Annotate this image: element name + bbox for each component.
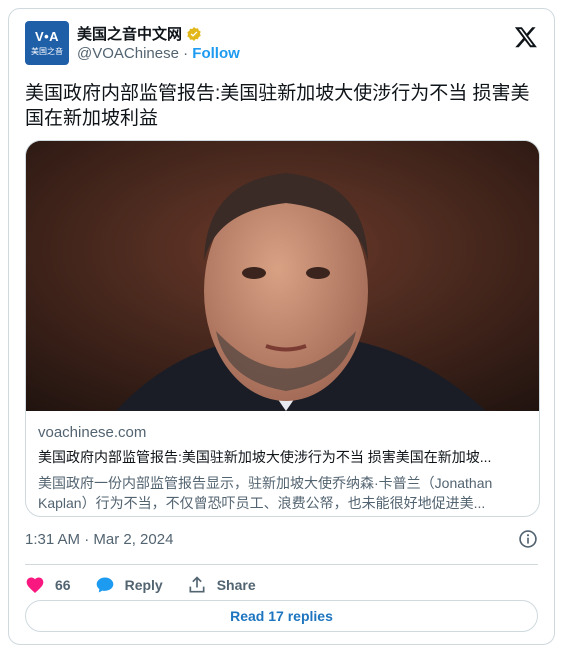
- tweet-card: V•A 美国之音 美国之音中文网 @VOAChinese · Follow 美国…: [8, 8, 555, 645]
- link-domain: voachinese.com: [38, 424, 147, 441]
- like-button[interactable]: 66: [25, 575, 71, 595]
- divider: [25, 564, 538, 565]
- tweet-timestamp[interactable]: 1:31 AM · Mar 2, 2024: [25, 531, 173, 548]
- reply-bubble-icon: [96, 577, 113, 593]
- read-replies-button[interactable]: Read 17 replies: [25, 600, 538, 632]
- link-meta: voachinese.com 美国政府内部监管报告:美国驻新加坡大使涉行为不当 …: [38, 424, 527, 513]
- share-button[interactable]: Share: [187, 575, 256, 595]
- avatar[interactable]: V•A 美国之音: [25, 21, 69, 65]
- separator-dot: ·: [183, 45, 189, 62]
- avatar-logo-subtext: 美国之音: [31, 47, 63, 56]
- tweet-header: V•A 美国之音 美国之音中文网 @VOAChinese · Follow: [25, 21, 538, 65]
- share-icon: [189, 576, 205, 593]
- x-logo-icon[interactable]: [514, 25, 538, 49]
- article-photo: [26, 141, 539, 411]
- action-bar: 66 Reply Share: [25, 568, 280, 602]
- link-description: 美国政府一份内部监管报告显示，驻新加坡大使乔纳森·卡普兰（Jonathan Ka…: [38, 475, 493, 511]
- like-count: 66: [55, 577, 71, 593]
- link-preview-card[interactable]: voachinese.com 美国政府内部监管报告:美国驻新加坡大使涉行为不当 …: [25, 140, 540, 517]
- link-title: 美国政府内部监管报告:美国驻新加坡大使涉行为不当 损害美国在新加坡...: [38, 449, 492, 465]
- handle-row: @VOAChinese · Follow: [77, 45, 240, 62]
- follow-button[interactable]: Follow: [192, 45, 240, 62]
- info-icon[interactable]: [518, 529, 538, 549]
- verified-badge-icon: [186, 26, 202, 42]
- handle[interactable]: @VOAChinese: [77, 45, 179, 62]
- display-name[interactable]: 美国之音中文网: [77, 23, 182, 44]
- share-label: Share: [216, 577, 256, 593]
- display-name-row[interactable]: 美国之音中文网: [77, 23, 202, 44]
- heart-icon: [26, 577, 44, 593]
- tweet-text: 美国政府内部监管报告:美国驻新加坡大使涉行为不当 损害美国在新加坡利益: [25, 83, 530, 129]
- avatar-logo-text: V•A: [34, 29, 60, 44]
- reply-label: Reply: [124, 577, 163, 593]
- reply-button[interactable]: Reply: [95, 575, 163, 595]
